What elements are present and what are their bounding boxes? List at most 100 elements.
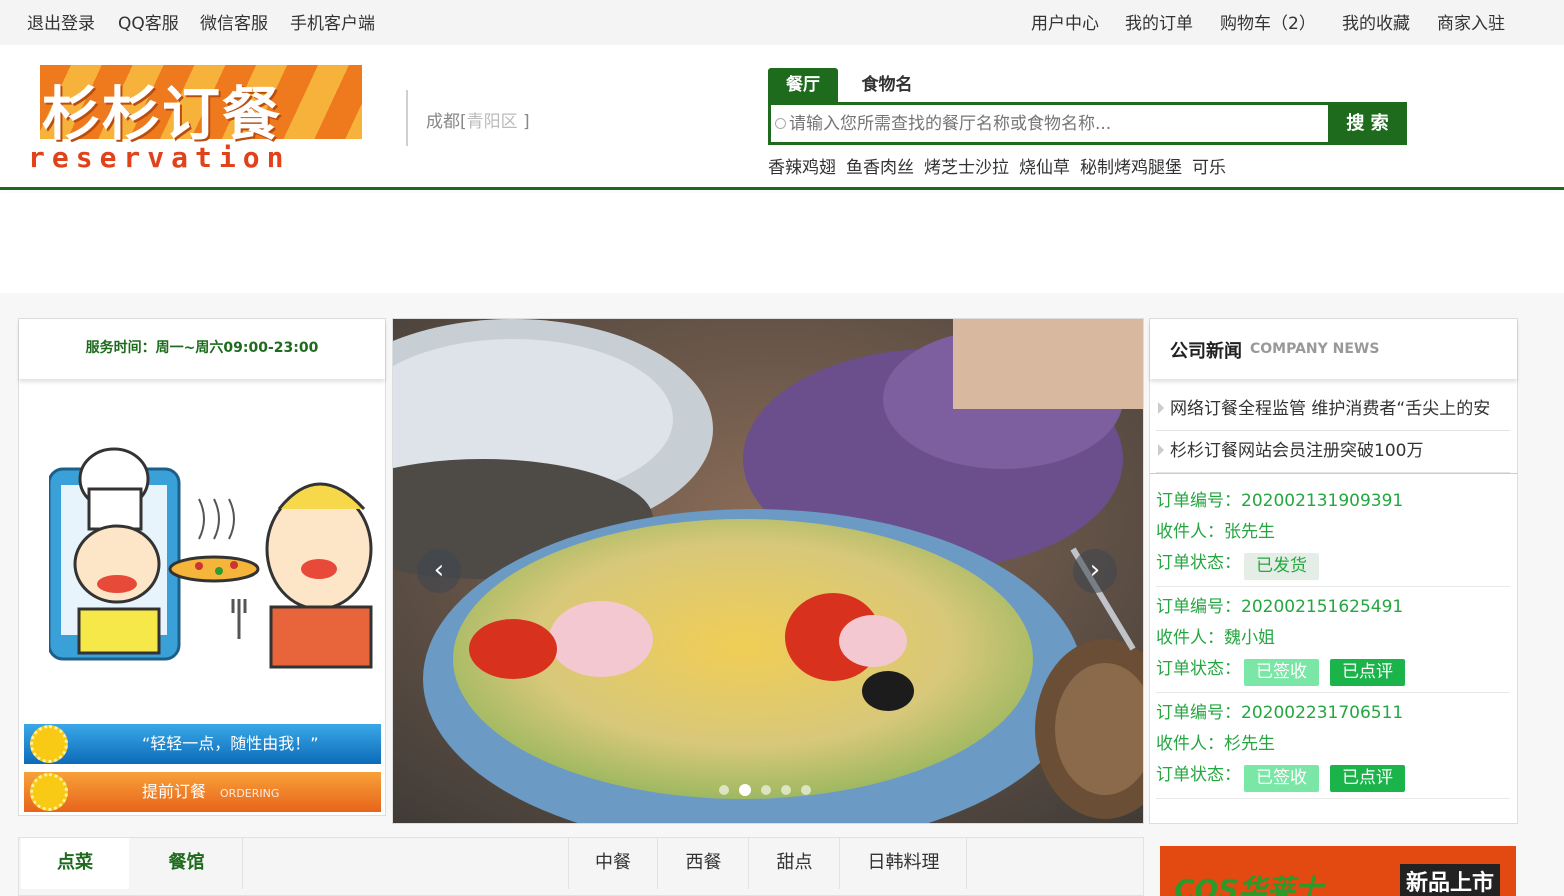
recipient-line: 收件人：魏小姐 [1156,624,1275,652]
order-number-label: 订单编号： [1156,703,1241,723]
news-header: 公司新闻 COMPANY NEWS [1150,319,1517,379]
order-number: 202002151625491 [1241,597,1404,617]
news-divider [1150,473,1517,474]
menu-tab-bar: 点菜 餐馆 中餐 西餐 甜点 日韩料理 [18,837,1144,896]
chef-cartoon-image [49,447,373,669]
my-orders-link[interactable]: 我的订单 [1125,9,1193,34]
search-box [768,102,1328,145]
bullet-icon [1158,402,1164,414]
ad-brand-logo: COS华莱士 [1174,873,1323,896]
image-carousel[interactable]: ‹ › [392,318,1144,824]
search-input[interactable] [789,111,1319,137]
clock-icon [30,773,68,811]
hot-keyword[interactable]: 可乐 [1192,158,1226,178]
category-japanese-korean[interactable]: 日韩料理 [841,838,967,889]
promo-banner-ordering[interactable]: 提前订餐 ORDERING [24,772,381,812]
promo-banner-easy[interactable]: “轻轻一点，随性由我！” [24,724,381,764]
status-badge-reviewed: 已点评 [1330,659,1405,686]
logo-text: 杉杉订餐 [42,80,283,148]
hot-keyword[interactable]: 香辣鸡翅 [768,158,836,178]
location-selector[interactable]: 成都[青阳区 ] [426,107,530,132]
status-badge-received: 已签收 [1244,659,1319,686]
qq-service-link[interactable]: QQ客服 [118,9,179,34]
order-card[interactable]: 订单编号：202002151625491 收件人：魏小姐 订单状态： 已签收 已… [1156,587,1510,693]
ad-new-product-badge: 新品上市 [1400,864,1500,896]
news-item[interactable]: 杉杉订餐网站会员注册突破100万 [1156,431,1510,473]
carousel-prev-arrow[interactable]: ‹ [417,549,461,593]
recipient-label: 收件人： [1156,628,1224,648]
user-center-link[interactable]: 用户中心 [1031,9,1099,34]
city-name: 成都[ [426,112,467,132]
right-panel: 公司新闻 COMPANY NEWS 网络订餐全程监管 维护消费者“舌尖上的安 杉… [1149,318,1518,824]
hot-keyword[interactable]: 烤芝士沙拉 [924,158,1009,178]
tab-food-name[interactable]: 食物名 [852,68,922,102]
order-card[interactable]: 订单编号：202002231706511 收件人：杉先生 订单状态： 已签收 已… [1156,693,1510,799]
category-chinese[interactable]: 中餐 [568,838,658,889]
category-dessert[interactable]: 甜点 [750,838,840,889]
header: 杉杉订餐 reservation 成都[青阳区 ] 餐厅 食物名 搜 索 香辣鸡… [0,45,1564,190]
news-item[interactable]: 网络订餐全程监管 维护消费者“舌尖上的安 [1156,389,1510,431]
recipient-line: 收件人：张先生 [1156,518,1275,546]
favorites-link[interactable]: 我的收藏 [1342,9,1410,34]
order-status-line: 订单状态： 已签收 已点评 [1156,655,1510,686]
hot-keyword[interactable]: 秘制烤鸡腿堡 [1080,158,1182,178]
salad-photo [393,319,1143,823]
promo-title: 提前订餐 [142,782,207,801]
carousel-dot[interactable] [761,785,771,795]
merchant-join-link[interactable]: 商家入驻 [1437,9,1505,34]
carousel-dot[interactable] [781,785,791,795]
site-logo[interactable]: 杉杉订餐 reservation [28,65,390,174]
order-number-label: 订单编号： [1156,597,1241,617]
news-item-text: 网络订餐全程监管 维护消费者“舌尖上的安 [1170,399,1491,419]
bullet-icon [1158,444,1164,456]
order-card[interactable]: 订单编号：202002131909391 收件人：张先生 订单状态： 已发货 [1156,481,1510,587]
news-title-en: COMPANY NEWS [1250,341,1380,357]
logout-link[interactable]: 退出登录 [27,9,95,34]
carousel-dot[interactable] [801,785,811,795]
hot-keyword[interactable]: 烧仙草 [1019,158,1070,178]
category-western[interactable]: 西餐 [659,838,749,889]
news-item-text: 杉杉订餐网站会员注册突破100万 [1170,441,1424,461]
order-status-label: 订单状态： [1156,765,1241,785]
cart-link[interactable]: 购物车（2） [1220,9,1316,34]
header-divider [406,90,408,146]
tab-restaurant[interactable]: 餐厅 [768,68,838,102]
promo-text: 提前订餐 ORDERING [142,772,279,814]
order-number-line: 订单编号：202002231706511 [1156,699,1403,727]
carousel-dot[interactable] [719,785,729,795]
dog-icon [30,725,68,763]
order-number: 202002131909391 [1241,491,1404,511]
recipient-name: 魏小姐 [1224,628,1275,648]
recipient-name: 张先生 [1224,522,1275,542]
promo-ad-image[interactable]: COS华莱士 新品上市 [1160,846,1516,896]
order-number-line: 订单编号：202002131909391 [1156,487,1403,515]
order-number-line: 订单编号：202002151625491 [1156,593,1403,621]
mobile-client-link[interactable]: 手机客户端 [290,9,375,34]
hot-keywords: 香辣鸡翅 鱼香肉丝 烤芝士沙拉 烧仙草 秘制烤鸡腿堡 可乐 [768,153,1236,178]
recipient-name: 杉先生 [1224,734,1275,754]
carousel-next-arrow[interactable]: › [1073,549,1117,593]
search-icon [775,118,786,129]
location-bracket: ] [517,112,530,132]
top-bar: 退出登录 QQ客服 微信客服 手机客户端 用户中心 我的订单 购物车（2） 我的… [0,0,1564,45]
carousel-dot-active[interactable] [739,784,751,796]
search-button[interactable]: 搜 索 [1328,102,1407,145]
promo-text: “轻轻一点，随性由我！” [142,734,319,753]
district-name[interactable]: 青阳区 [467,112,518,132]
tab-restaurants[interactable]: 餐馆 [131,838,243,889]
order-status-line: 订单状态： 已签收 已点评 [1156,761,1510,792]
recipient-label: 收件人： [1156,522,1224,542]
wechat-service-link[interactable]: 微信客服 [200,9,268,34]
banner-area [0,193,1564,293]
news-title: 公司新闻 [1170,341,1242,362]
tab-order-dishes[interactable]: 点菜 [21,838,129,889]
recipient-label: 收件人： [1156,734,1224,754]
order-status-label: 订单状态： [1156,553,1241,573]
hot-keyword[interactable]: 鱼香肉丝 [846,158,914,178]
order-number-label: 订单编号： [1156,491,1241,511]
status-badge-shipped: 已发货 [1244,553,1319,580]
recipient-line: 收件人：杉先生 [1156,730,1275,758]
status-badge-received: 已签收 [1244,765,1319,792]
order-status-label: 订单状态： [1156,659,1241,679]
service-hours: 服务时间：周一~周六09:00-23:00 [19,319,385,379]
